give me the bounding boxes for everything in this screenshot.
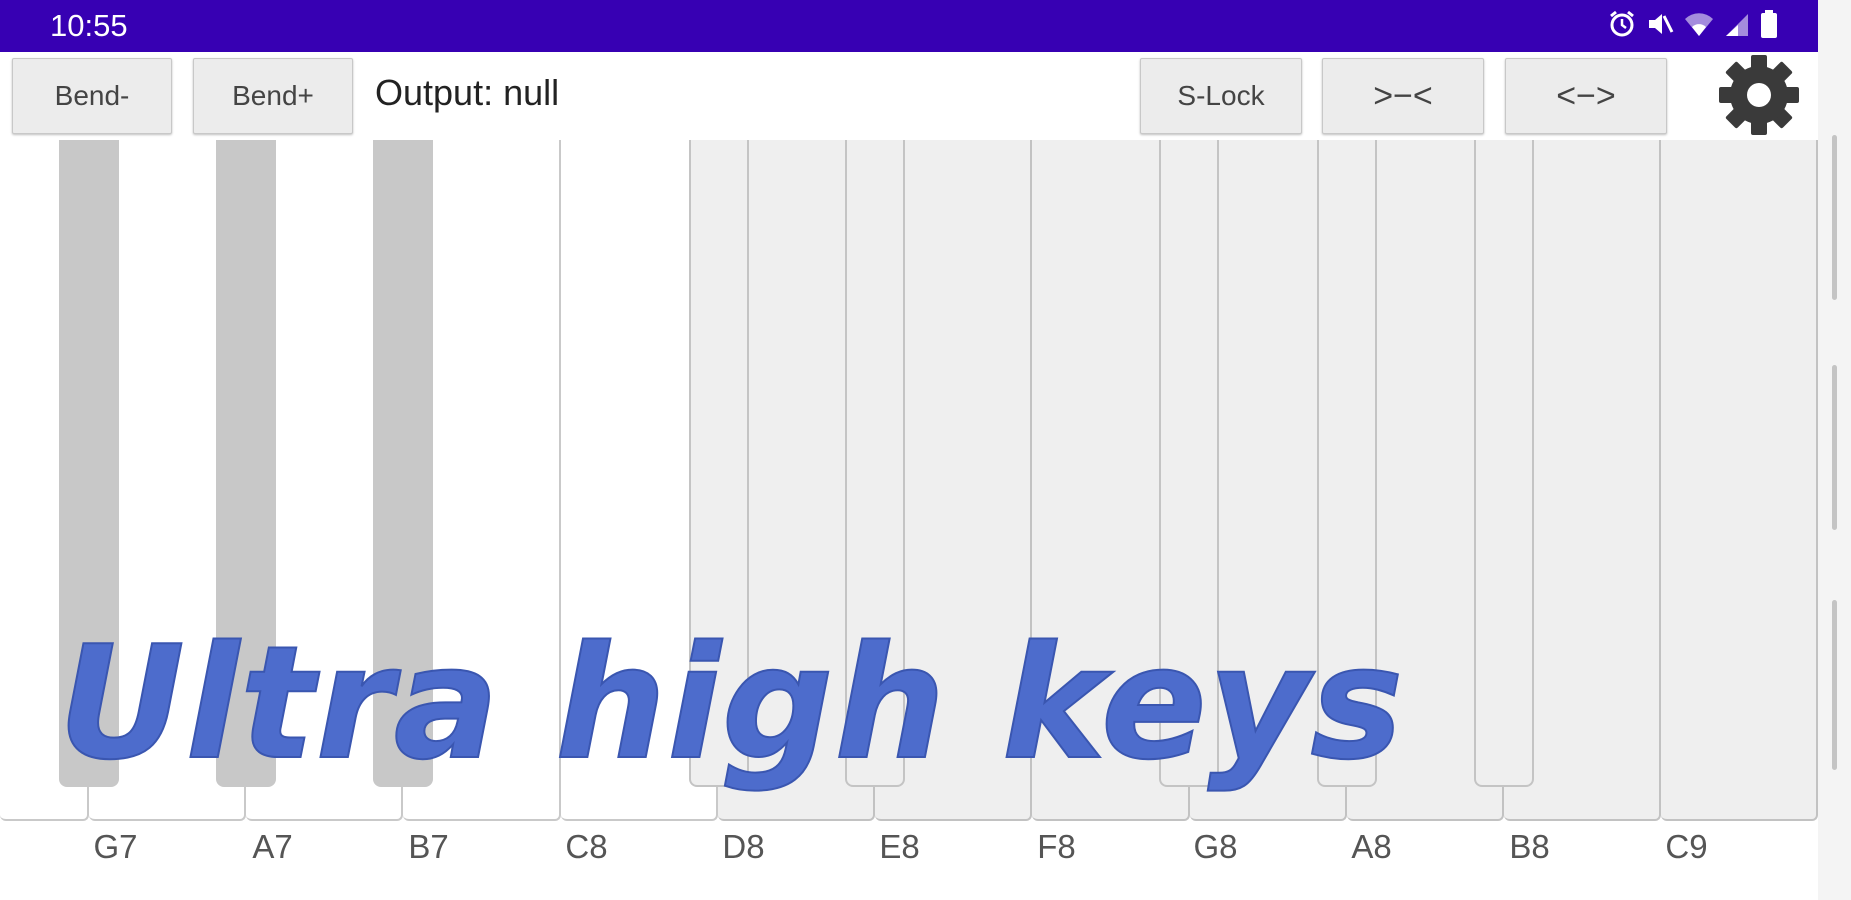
note-label: B8 bbox=[1509, 828, 1550, 865]
note-labels: G7 A7 B7 C8 D8 E8 F8 G8 A8 B8 C9 bbox=[0, 823, 1818, 900]
mute-icon bbox=[1646, 10, 1674, 43]
note-label: D8 bbox=[722, 828, 765, 865]
scroll-thumb[interactable] bbox=[1832, 135, 1837, 300]
note-label: C9 bbox=[1665, 828, 1708, 865]
note-label: A8 bbox=[1351, 828, 1392, 865]
black-key-c-sharp-9[interactable] bbox=[1474, 140, 1534, 787]
bend-down-button[interactable]: Bend- bbox=[12, 58, 172, 134]
scroll-track-segment bbox=[1832, 600, 1837, 770]
s-lock-button[interactable]: S-Lock bbox=[1140, 58, 1302, 134]
note-label: E8 bbox=[879, 828, 920, 865]
status-bar: 10:55 bbox=[0, 0, 1818, 52]
alarm-icon bbox=[1608, 10, 1636, 43]
scroll-track-segment bbox=[1832, 365, 1837, 530]
toolbar: Bend- Bend+ Output: null S-Lock >−< <−> bbox=[0, 52, 1818, 142]
status-time: 10:55 bbox=[50, 8, 128, 43]
white-key-d9[interactable] bbox=[1661, 140, 1818, 821]
wifi-icon bbox=[1684, 10, 1714, 43]
battery-icon bbox=[1760, 10, 1778, 43]
note-label: G7 bbox=[93, 828, 138, 865]
output-text: Output: null bbox=[375, 72, 560, 113]
note-label: G8 bbox=[1193, 828, 1238, 865]
overlay-title: Ultra high keys bbox=[57, 611, 1405, 795]
note-label: F8 bbox=[1037, 828, 1076, 865]
note-label: B7 bbox=[408, 828, 449, 865]
expand-keys-button[interactable]: <−> bbox=[1505, 58, 1667, 134]
bend-up-button[interactable]: Bend+ bbox=[193, 58, 353, 134]
status-icons bbox=[1608, 10, 1778, 43]
note-label: C8 bbox=[565, 828, 608, 865]
scrollbar[interactable] bbox=[1818, 0, 1851, 900]
note-label: A7 bbox=[252, 828, 293, 865]
signal-icon bbox=[1724, 10, 1750, 43]
gear-icon[interactable] bbox=[1716, 52, 1802, 138]
shrink-keys-button[interactable]: >−< bbox=[1322, 58, 1484, 134]
